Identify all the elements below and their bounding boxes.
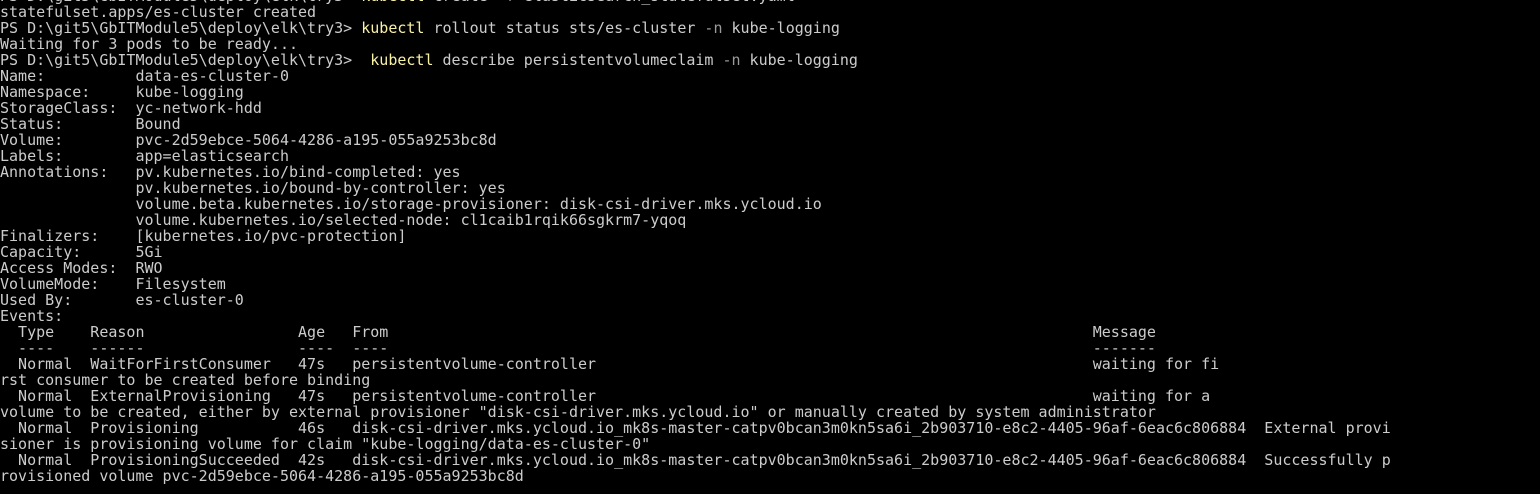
output-line: rovisioned volume pvc-2d59ebce-5064-4286… — [0, 467, 524, 485]
command-argument: create — [424, 0, 496, 5]
output-line: Capacity: 5Gi — [0, 243, 163, 261]
command-line: PS D:\git5\GbITModule5\deploy\elk\try3> … — [0, 20, 1540, 36]
command-argument: elasticsearch_statefulset.yaml — [515, 0, 795, 5]
output-line: volume.beta.kubernetes.io/storage-provis… — [0, 195, 822, 213]
terminal-window[interactable]: PS D:\git5\GbITModule5\deploy\elk\try3> … — [0, 0, 1540, 494]
output-line: VolumeMode: Filesystem — [0, 275, 226, 293]
output-line: Finalizers: [kubernetes.io/pvc-protectio… — [0, 227, 407, 245]
output-line: Normal ProvisioningSucceeded 42s disk-cs… — [0, 451, 1391, 469]
output-line: rst consumer to be created before bindin… — [0, 371, 371, 389]
command-name: kubectl — [361, 19, 425, 37]
output-line: Namespace: kube-logging — [0, 83, 244, 101]
output-line: volume.kubernetes.io/selected-node: cl1c… — [0, 211, 687, 229]
command-flag: -f — [497, 0, 515, 5]
command-flag: -n — [704, 19, 723, 37]
output-line: Normal WaitForFirstConsumer 47s persiste… — [0, 355, 1220, 373]
output-line: Access Modes: RWO — [0, 259, 163, 277]
output-line: Type Reason Age From Message — [0, 323, 1156, 341]
output-line: Annotations: pv.kubernetes.io/bind-compl… — [0, 163, 461, 181]
command-argument: rollout status sts/es-cluster — [424, 19, 705, 37]
output-line: pv.kubernetes.io/bound-by-controller: ye… — [0, 179, 506, 197]
command-argument: kube-logging — [740, 51, 858, 69]
output-line: Status: Bound — [0, 115, 181, 133]
output-line: Waiting for 3 pods to be ready... — [0, 35, 299, 53]
output-line: statefulset.apps/es-cluster created — [0, 3, 317, 21]
command-leading-space — [361, 51, 370, 69]
command-argument: describe persistentvolumeclaim — [433, 51, 723, 69]
output-line: sioner is provisioning volume for claim … — [0, 435, 651, 453]
output-line: Events: — [0, 307, 64, 325]
command-name: kubectl — [361, 0, 424, 5]
output-line: StorageClass: yc-network-hdd — [0, 99, 262, 117]
command-flag: -n — [722, 51, 741, 69]
output-line: Labels: app=elasticsearch — [0, 147, 289, 165]
output-line: Normal ExternalProvisioning 47s persiste… — [0, 387, 1220, 405]
output-line: Volume: pvc-2d59ebce-5064-4286-a195-055a… — [0, 131, 497, 149]
command-line: PS D:\git5\GbITModule5\deploy\elk\try3> … — [0, 52, 1540, 68]
output-line: Name: data-es-cluster-0 — [0, 67, 289, 85]
output-line: Used By: es-cluster-0 — [0, 291, 244, 309]
output-line: ---- ------ ---- ---- ------- — [0, 339, 1156, 357]
output-line: volume to be created, either by external… — [0, 403, 1156, 421]
output-line: Normal Provisioning 46s disk-csi-driver.… — [0, 419, 1391, 437]
command-argument: kube-logging — [722, 19, 840, 37]
command-name: kubectl — [370, 51, 434, 69]
